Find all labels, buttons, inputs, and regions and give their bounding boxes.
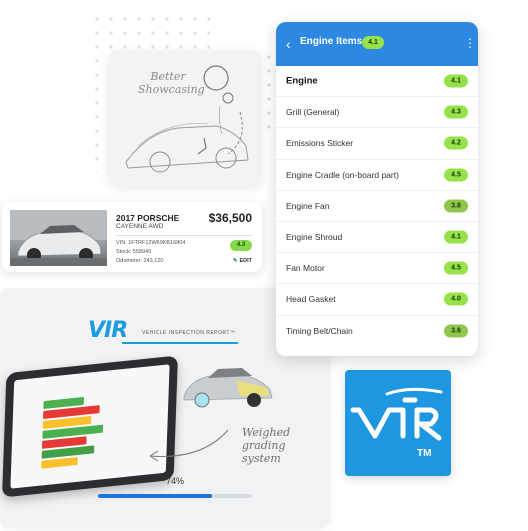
engine-item-label: Engine Cradle (on-board part) — [286, 169, 399, 180]
grade-bar — [41, 456, 78, 469]
vir-logo-underline — [122, 342, 238, 344]
vir-logo-text: VIR — [88, 318, 128, 343]
trademark-label: TM — [417, 448, 432, 459]
curved-arrow — [149, 429, 229, 462]
engine-item-label: Grill (General) — [286, 107, 340, 118]
chevron-left-icon[interactable]: ‹ — [286, 36, 300, 52]
listing-subtitle: CAYENNE AWD — [116, 223, 164, 230]
engine-item-score-badge: 4.2 — [444, 136, 468, 150]
engine-item-label: Engine Fan — [286, 200, 330, 211]
engine-item-label: Engine Shroud — [286, 232, 343, 243]
engine-item-score-badge: 4.5 — [444, 168, 468, 182]
engine-item-label: Fan Motor — [286, 263, 325, 274]
engine-item-row[interactable]: Engine Fan 3.8 — [276, 191, 478, 222]
vehicle-listing-card[interactable]: 2017 PORSCHE CAYENNE AWD $36,500 VIN: 1F… — [2, 202, 262, 272]
inspected-car-illustration — [183, 368, 273, 408]
listing-title: 2017 PORSCHE — [116, 213, 180, 223]
engine-item-row[interactable]: Fan Motor 4.5 — [276, 253, 478, 285]
pencil-icon: ✎ — [232, 258, 238, 264]
engine-items-panel: ‹ Engine Items 4.1 ⋮ Engine 4.1 Grill (Gen… — [276, 22, 478, 356]
engine-item-label: Timing Belt/Chain — [286, 326, 353, 337]
listing-score-badge: 4.3 — [230, 240, 252, 251]
engine-item-score-badge: 3.6 — [444, 324, 468, 338]
listing-vin: VIN: 1FTRF12W69KB16804 — [116, 240, 186, 246]
progress-label: 74% — [166, 476, 185, 486]
kebab-menu-icon[interactable]: ⋮ — [464, 36, 476, 50]
panel-header: ‹ Engine Items 4.1 ⋮ — [276, 22, 478, 66]
progress-bar — [98, 494, 252, 498]
edit-button[interactable]: ✎ EDIT — [233, 258, 252, 264]
weighed-grading-caption: Weighed grading system — [242, 426, 291, 465]
engine-item-row[interactable]: Engine 4.1 — [276, 66, 478, 98]
engine-item-label: Head Gasket — [286, 294, 336, 305]
engine-item-label: Emissions Sticker — [286, 138, 354, 149]
engine-item-list: Engine 4.1 Grill (General) 4.3 Emissions Sti… — [276, 66, 478, 347]
engine-item-score-badge: 4.1 — [444, 230, 468, 244]
better-showcasing-card: Better Showcasing — [108, 50, 262, 187]
engine-item-score-badge: 3.8 — [444, 199, 468, 213]
engine-item-row[interactable]: Engine Shroud 4.1 — [276, 222, 478, 254]
listing-stock: Stock: 558940 — [116, 249, 152, 255]
panel-title-score: 4.1 — [362, 36, 384, 49]
engine-item-row[interactable]: Grill (General) 4.3 — [276, 97, 478, 129]
engine-item-score-badge: 4.1 — [444, 74, 468, 88]
engine-item-score-badge: 4.3 — [444, 105, 468, 119]
engine-item-score-badge: 4.0 — [444, 292, 468, 306]
engine-item-label: Engine — [286, 75, 318, 87]
listing-divider — [116, 235, 252, 236]
engine-item-row[interactable]: Timing Belt/Chain 3.6 — [276, 316, 478, 347]
listing-odometer: Odometer: 243,120 — [116, 258, 164, 264]
listing-price: $36,500 — [208, 211, 252, 225]
vir-logo-mark — [350, 387, 443, 441]
car-sketch-illustration — [125, 65, 249, 173]
vehicle-photo — [10, 210, 107, 266]
engine-item-row[interactable]: Head Gasket 4.0 — [276, 284, 478, 316]
engine-item-score-badge: 4.5 — [444, 261, 468, 275]
engine-item-row[interactable]: Engine Cradle (on-board part) 4.5 — [276, 160, 478, 191]
engine-item-row[interactable]: Emissions Sticker 4.2 — [276, 128, 478, 160]
progress-fill — [98, 494, 212, 498]
panel-title: Engine Items — [300, 36, 363, 47]
vir-report-logo: VIR VEHICLE INSPECTION REPORT™ — [88, 318, 238, 348]
vir-logo-caption: VEHICLE INSPECTION REPORT™ — [142, 330, 236, 336]
edit-label: EDIT — [239, 258, 252, 264]
vir-brand-logo-tile: TM — [345, 370, 451, 476]
